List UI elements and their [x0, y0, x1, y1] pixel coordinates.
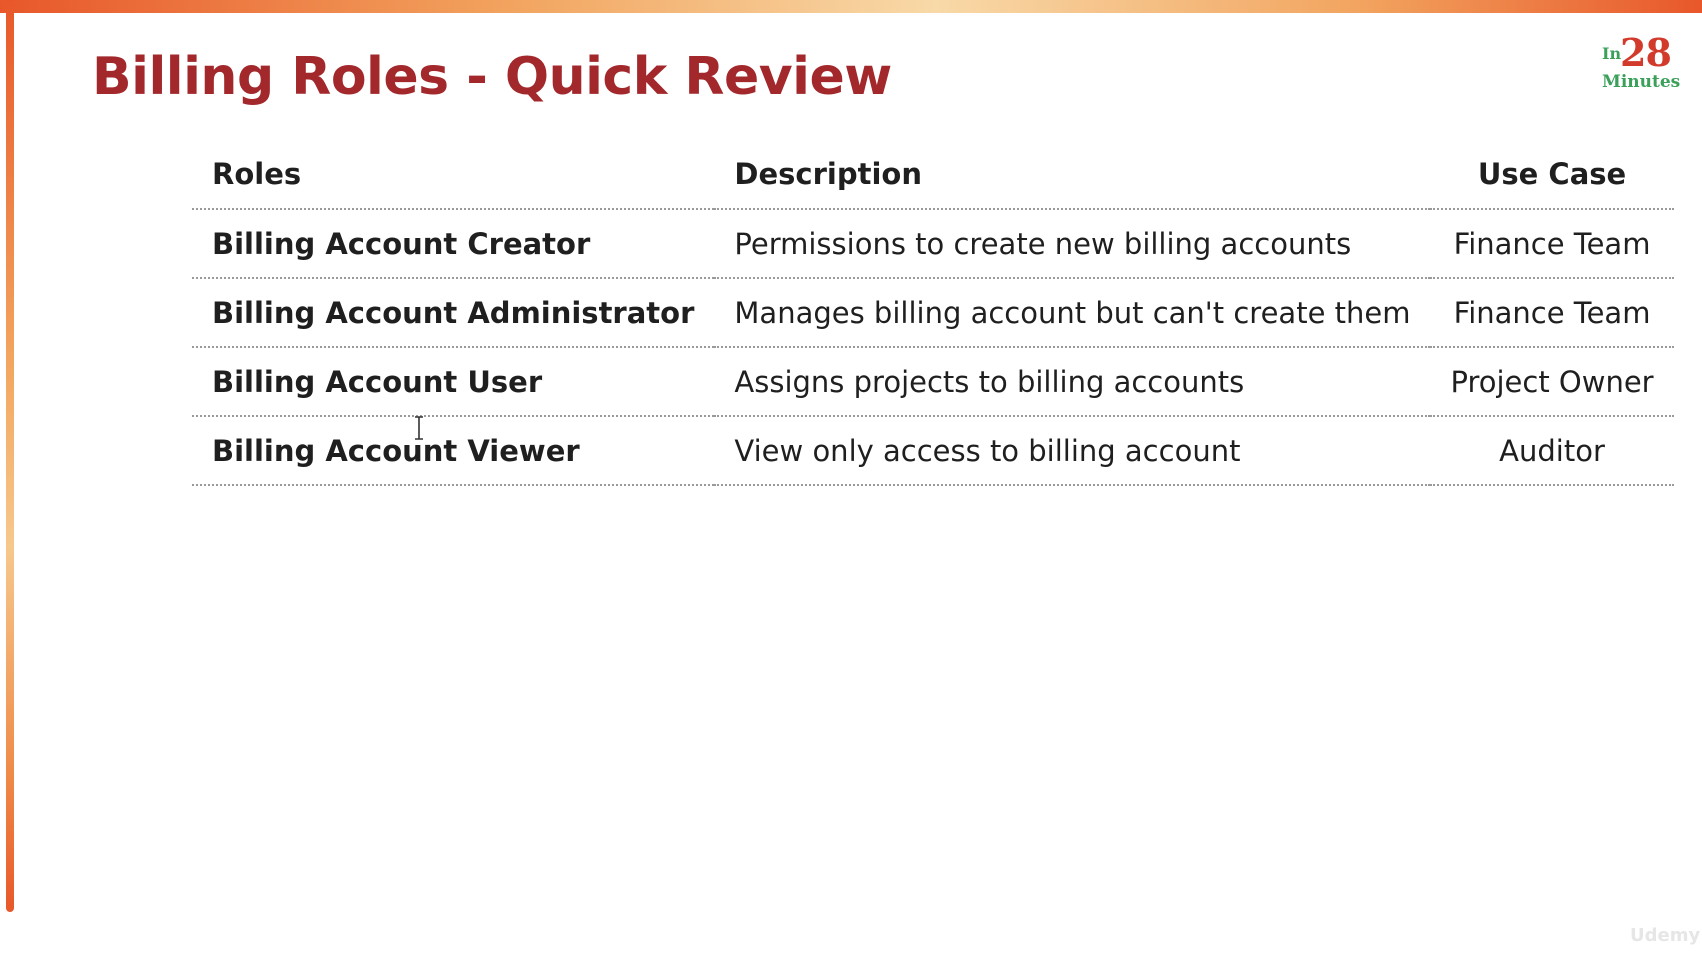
use-case-cell: Finance Team	[1430, 278, 1674, 348]
logo-prefix: In	[1602, 44, 1622, 63]
table-row: Billing Account Creator Permissions to c…	[192, 209, 1674, 279]
table-row: Billing Account Administrator Manages bi…	[192, 278, 1674, 348]
in28minutes-logo: In 28 Minutes	[1598, 30, 1688, 94]
bottom-strip	[0, 912, 1702, 954]
role-cell: Billing Account Viewer	[192, 416, 715, 486]
role-cell: Billing Account Administrator	[192, 278, 715, 348]
left-accent-bar	[6, 0, 14, 912]
use-case-cell: Project Owner	[1430, 347, 1674, 417]
description-cell: View only access to billing account	[714, 416, 1431, 486]
logo-suffix: Minutes	[1602, 72, 1681, 92]
role-cell: Billing Account Creator	[192, 209, 715, 279]
table-header-row: Roles Description Use Case	[192, 140, 1674, 210]
role-cell: Billing Account User	[192, 347, 715, 417]
logo-number: 28	[1620, 30, 1672, 75]
description-cell: Manages billing account but can't create…	[714, 278, 1431, 348]
description-cell: Permissions to create new billing accoun…	[714, 209, 1431, 279]
use-case-cell: Finance Team	[1430, 209, 1674, 279]
text-cursor-icon	[415, 416, 423, 440]
header-roles: Roles	[192, 140, 715, 210]
header-description: Description	[714, 140, 1431, 210]
top-accent-bar	[0, 0, 1702, 13]
table-row: Billing Account User Assigns projects to…	[192, 347, 1674, 417]
use-case-cell: Auditor	[1430, 416, 1674, 486]
slide: Billing Roles - Quick Review In 28 Minut…	[0, 0, 1702, 954]
description-cell: Assigns projects to billing accounts	[714, 347, 1431, 417]
udemy-watermark: Udemy	[1630, 925, 1701, 946]
slide-title: Billing Roles - Quick Review	[92, 47, 892, 107]
header-use-case: Use Case	[1430, 140, 1674, 210]
